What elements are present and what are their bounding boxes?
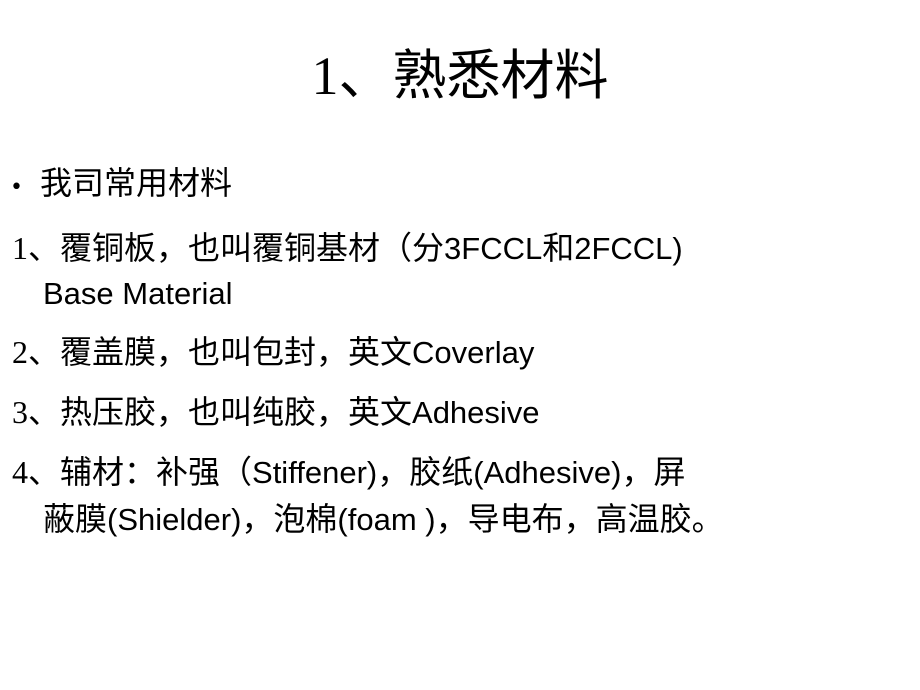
numbered-item-3-line-1: 3、热压胶，也叫纯胶，英文Adhesive — [10, 389, 915, 436]
numbered-item-1-line-2: Base Material — [43, 276, 233, 311]
slide-body: • 我司常用材料 1、覆铜板，也叫覆铜基材（分3FCCL和2FCCL) Base… — [10, 160, 915, 556]
numbered-item-3: 3、热压胶，也叫纯胶，英文Adhesive — [10, 389, 915, 436]
item-4-latin-c: (Shielder) — [107, 502, 242, 537]
item-4-text-b: ，胶纸 — [377, 454, 474, 490]
numbered-item-1: 1、覆铜板，也叫覆铜基材（分3FCCL和2FCCL) Base Material — [10, 225, 915, 316]
item-4-text-a: 4、辅材：补强（ — [12, 454, 253, 490]
slide-title: 1、熟悉材料 — [311, 46, 609, 106]
numbered-item-1-line-1: 1、覆铜板，也叫覆铜基材（分3FCCL和2FCCL) — [10, 225, 915, 272]
item-2-latin-a: Coverlay — [412, 335, 535, 370]
numbered-item-2: 2、覆盖膜，也叫包封，英文Coverlay — [10, 329, 915, 376]
item-4-text-d: 蔽膜 — [43, 501, 108, 537]
item-1-text-b: 和 — [542, 230, 575, 266]
item-4-latin-b: (Adhesive) — [473, 455, 622, 490]
item-4-text-f: ，导电布，高温胶。 — [435, 501, 724, 537]
item-4-latin-d: (foam ) — [337, 502, 436, 537]
numbered-item-2-line-1: 2、覆盖膜，也叫包封，英文Coverlay — [10, 329, 915, 376]
item-2-text-a: 2、覆盖膜，也叫包封，英文 — [12, 334, 413, 370]
item-1-latin-a: 3FCCL — [444, 231, 543, 266]
numbered-item-4-line-1: 4、辅材：补强（Stiffener)，胶纸(Adhesive)，屏 — [10, 449, 915, 496]
item-4-latin-a: Stiffener) — [252, 455, 378, 490]
numbered-item-4: 4、辅材：补强（Stiffener)，胶纸(Adhesive)，屏 蔽膜(Shi… — [10, 449, 915, 543]
item-4-text-c: ，屏 — [621, 454, 686, 490]
item-3-text-a: 3、热压胶，也叫纯胶，英文 — [12, 394, 413, 430]
bullet-item-intro: • 我司常用材料 — [10, 160, 915, 211]
bullet-item-intro-label: 我司常用材料 — [40, 165, 233, 201]
presentation-slide: 1、熟悉材料 • 我司常用材料 1、覆铜板，也叫覆铜基材（分3FCCL和2FCC… — [0, 0, 920, 690]
item-1-latin-b: 2FCCL) — [574, 231, 683, 266]
item-3-latin-a: Adhesive — [412, 395, 540, 430]
bullet-point-icon: • — [10, 175, 23, 200]
numbered-item-4-line-2: 蔽膜(Shielder)，泡棉(foam )，导电布，高温胶。 — [10, 496, 915, 543]
item-1-text-a: 1、覆铜板，也叫覆铜基材（分 — [12, 230, 445, 266]
item-4-text-e: ，泡棉 — [241, 501, 338, 537]
